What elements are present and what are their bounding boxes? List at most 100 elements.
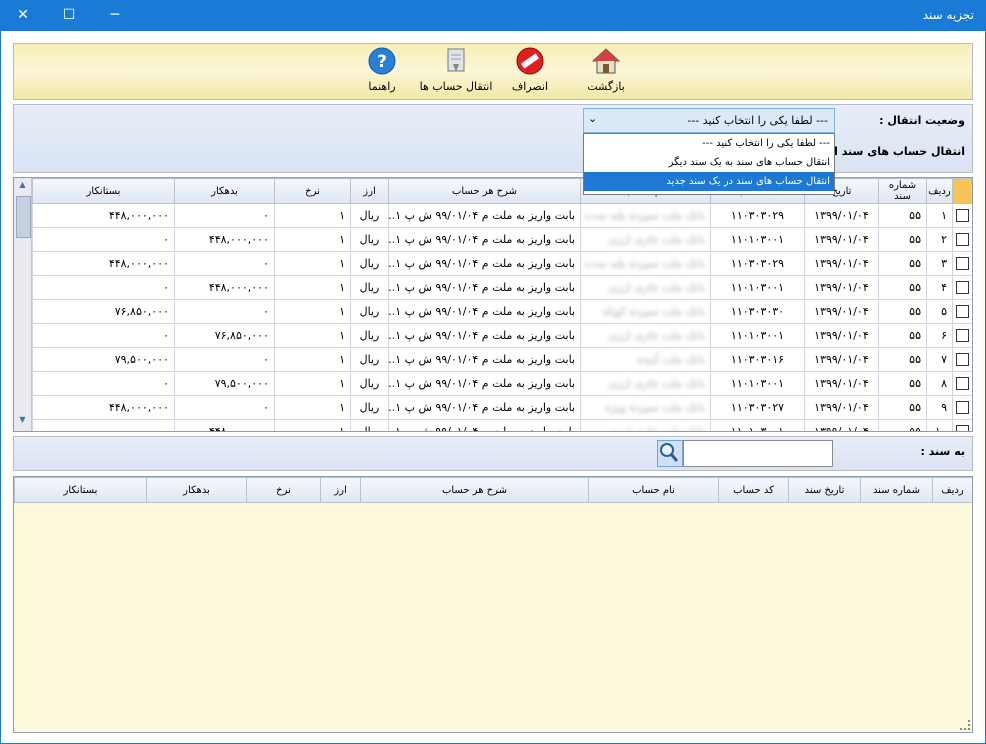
- row-checkbox[interactable]: [956, 281, 969, 295]
- search-button[interactable]: [657, 440, 683, 467]
- table-row[interactable]: ۱۰ ۵۵ ۱۳۹۹/۰۱/۰۴ ۱۱۰۱۰۳۰۰۱ بانک ملت جاری ارز…: [32, 419, 972, 431]
- row-checkbox-cell[interactable]: [952, 203, 972, 228]
- column-header[interactable]: شرح هر حساب: [360, 477, 589, 503]
- row-checkbox-cell[interactable]: [952, 251, 972, 276]
- transfer-label: انتقال حساب ها: [419, 80, 493, 93]
- row-account-code: ۱۱۰۱۰۳۰۰۱: [710, 323, 805, 348]
- dropdown-option[interactable]: انتقال حساب های سند به یک سند دیگر: [584, 153, 834, 172]
- table-row[interactable]: ۱ ۵۵ ۱۳۹۹/۰۱/۰۴ ۱۱۰۳۰۳۰۲۹ بانک ملت سپرده بلن…: [32, 203, 972, 228]
- column-header[interactable]: کد حساب: [718, 477, 789, 503]
- row-checkbox[interactable]: [956, 305, 969, 319]
- scroll-down-icon[interactable]: ▼: [16, 415, 29, 429]
- table-row[interactable]: ۸ ۵۵ ۱۳۹۹/۰۱/۰۴ ۱۱۰۱۰۳۰۰۱ بانک ملت جاری ارزی…: [32, 371, 972, 396]
- column-header[interactable]: نام حساب: [588, 477, 719, 503]
- column-header[interactable]: بستانکار: [32, 178, 175, 204]
- table-row[interactable]: ۶ ۵۵ ۱۳۹۹/۰۱/۰۴ ۱۱۰۱۰۳۰۰۱ بانک ملت جاری ارزی…: [32, 323, 972, 348]
- row-checkbox[interactable]: [956, 377, 969, 391]
- table-row[interactable]: ۳ ۵۵ ۱۳۹۹/۰۱/۰۴ ۱۱۰۳۰۳۰۲۹ بانک ملت سپرده بلن…: [32, 251, 972, 276]
- row-doc-number: ۵۵: [878, 371, 927, 396]
- column-header[interactable]: بدهکار: [174, 178, 275, 204]
- row-credit: ۷۶,۸۵۰,۰۰۰: [32, 299, 175, 324]
- column-header[interactable]: نرخ: [274, 178, 351, 204]
- row-checkbox[interactable]: [956, 257, 969, 271]
- row-checkbox[interactable]: [956, 209, 969, 223]
- row-currency: ریال: [350, 227, 389, 252]
- back-button[interactable]: بازگشت: [582, 46, 630, 98]
- column-header[interactable]: ردیف: [932, 477, 972, 503]
- row-checkbox[interactable]: [956, 233, 969, 247]
- column-header[interactable]: تاریخ سند: [788, 477, 861, 503]
- transfer-status-combo[interactable]: --- لطفا یکی را انتخاب کنید --- ⌄: [583, 108, 835, 133]
- row-checkbox-cell[interactable]: [952, 347, 972, 372]
- row-checkbox-cell[interactable]: [952, 227, 972, 252]
- transfer-accounts-button[interactable]: انتقال حساب ها: [416, 46, 496, 98]
- dropdown-option[interactable]: --- لطفا یکی را انتخاب کنید ---: [584, 134, 834, 153]
- row-checkbox-cell[interactable]: [952, 275, 972, 300]
- table-row[interactable]: ۵ ۵۵ ۱۳۹۹/۰۱/۰۴ ۱۱۰۳۰۳۰۳۰ بانک ملت سپرده کوت…: [32, 299, 972, 324]
- row-currency: ریال: [350, 299, 389, 324]
- resize-grip[interactable]: [960, 720, 970, 730]
- row-doc-number: ۵۵: [878, 275, 927, 300]
- row-rate: ۱: [274, 347, 351, 372]
- select-all-header[interactable]: [952, 178, 972, 204]
- row-checkbox[interactable]: [956, 401, 969, 415]
- vertical-scrollbar[interactable]: ▲ ▼: [14, 178, 32, 431]
- source-table: ردیف شماره سند تاریخ کد حساب نام حساب شر…: [32, 178, 972, 431]
- row-debit: ۰: [174, 347, 275, 372]
- row-rate: ۱: [274, 227, 351, 252]
- column-header[interactable]: ارز: [320, 477, 361, 503]
- column-header[interactable]: بدهکار: [146, 477, 247, 503]
- scroll-thumb[interactable]: [16, 196, 31, 238]
- maximize-button[interactable]: ☐: [46, 0, 92, 31]
- row-checkbox-cell[interactable]: [952, 419, 972, 431]
- target-doc-input[interactable]: [683, 440, 833, 467]
- help-button[interactable]: ? راهنما: [362, 46, 402, 98]
- table-row[interactable]: ۲ ۵۵ ۱۳۹۹/۰۱/۰۴ ۱۱۰۱۰۳۰۰۱ بانک ملت جاری ارزی…: [32, 227, 972, 252]
- column-header[interactable]: شرح هر حساب: [388, 178, 581, 204]
- row-checkbox[interactable]: [956, 329, 969, 343]
- row-description: بابت واریز به ملت م ۹۹/۰۱/۰۴ ش پ ۱...: [388, 371, 581, 396]
- row-description: بابت واریز به ملت م ۹۹/۰۱/۰۴ ش پ ۱...: [388, 419, 581, 431]
- scroll-up-icon[interactable]: ▲: [16, 180, 29, 194]
- row-checkbox-cell[interactable]: [952, 299, 972, 324]
- row-currency: ریال: [350, 419, 389, 431]
- column-header[interactable]: بستانکار: [14, 477, 147, 503]
- column-header[interactable]: شماره سند: [860, 477, 933, 503]
- row-rate: ۱: [274, 395, 351, 420]
- row-number: ۹: [926, 395, 953, 420]
- column-header[interactable]: شماره سند: [878, 178, 927, 204]
- row-credit: ۴۴۸,۰۰۰,۰۰۰: [32, 395, 175, 420]
- column-header[interactable]: نرخ: [246, 477, 321, 503]
- dropdown-option-selected[interactable]: انتقال حساب های سند در یک سند جدید: [584, 172, 834, 191]
- row-checkbox-cell[interactable]: [952, 395, 972, 420]
- chevron-down-icon[interactable]: ⌄: [588, 112, 597, 125]
- row-credit: ۷۹,۵۰۰,۰۰۰: [32, 347, 175, 372]
- minimize-button[interactable]: ─: [92, 0, 138, 31]
- row-debit: ۷۶,۸۵۰,۰۰۰: [174, 323, 275, 348]
- row-rate: ۱: [274, 371, 351, 396]
- row-account-name: بانک ملت سپرده بلند مدت: [580, 203, 711, 228]
- row-account-name: بانک ملت آینده: [580, 347, 711, 372]
- row-currency: ریال: [350, 203, 389, 228]
- column-header[interactable]: ردیف: [926, 178, 953, 204]
- table-row[interactable]: ۴ ۵۵ ۱۳۹۹/۰۱/۰۴ ۱۱۰۱۰۳۰۰۱ بانک ملت جاری ارزی…: [32, 275, 972, 300]
- table-row[interactable]: ۷ ۵۵ ۱۳۹۹/۰۱/۰۴ ۱۱۰۳۰۳۰۱۶ بانک ملت آینده بابت…: [32, 347, 972, 372]
- row-description: بابت واریز به ملت م ۹۹/۰۱/۰۴ ش پ ۱...: [388, 395, 581, 420]
- table-row[interactable]: ۹ ۵۵ ۱۳۹۹/۰۱/۰۴ ۱۱۰۳۰۳۰۲۷ بانک ملت سپرده ویژ…: [32, 395, 972, 420]
- column-header[interactable]: ارز: [350, 178, 389, 204]
- row-date: ۱۳۹۹/۰۱/۰۴: [804, 395, 879, 420]
- row-account-name: بانک ملت سپرده کوتاه: [580, 299, 711, 324]
- row-credit: ۰: [32, 227, 175, 252]
- close-button[interactable]: ✕: [0, 0, 46, 31]
- row-checkbox[interactable]: [956, 353, 969, 367]
- row-number: ۵: [926, 299, 953, 324]
- help-label: راهنما: [368, 80, 396, 93]
- row-checkbox-cell[interactable]: [952, 371, 972, 396]
- row-credit: ۰: [32, 323, 175, 348]
- row-checkbox[interactable]: [956, 425, 969, 431]
- row-date: ۱۳۹۹/۰۱/۰۴: [804, 419, 879, 431]
- row-debit: ۰: [174, 203, 275, 228]
- cancel-button[interactable]: انصراف: [510, 46, 550, 98]
- row-debit: ۴۴۸,۰۰۰,۰۰۰: [174, 275, 275, 300]
- row-checkbox-cell[interactable]: [952, 323, 972, 348]
